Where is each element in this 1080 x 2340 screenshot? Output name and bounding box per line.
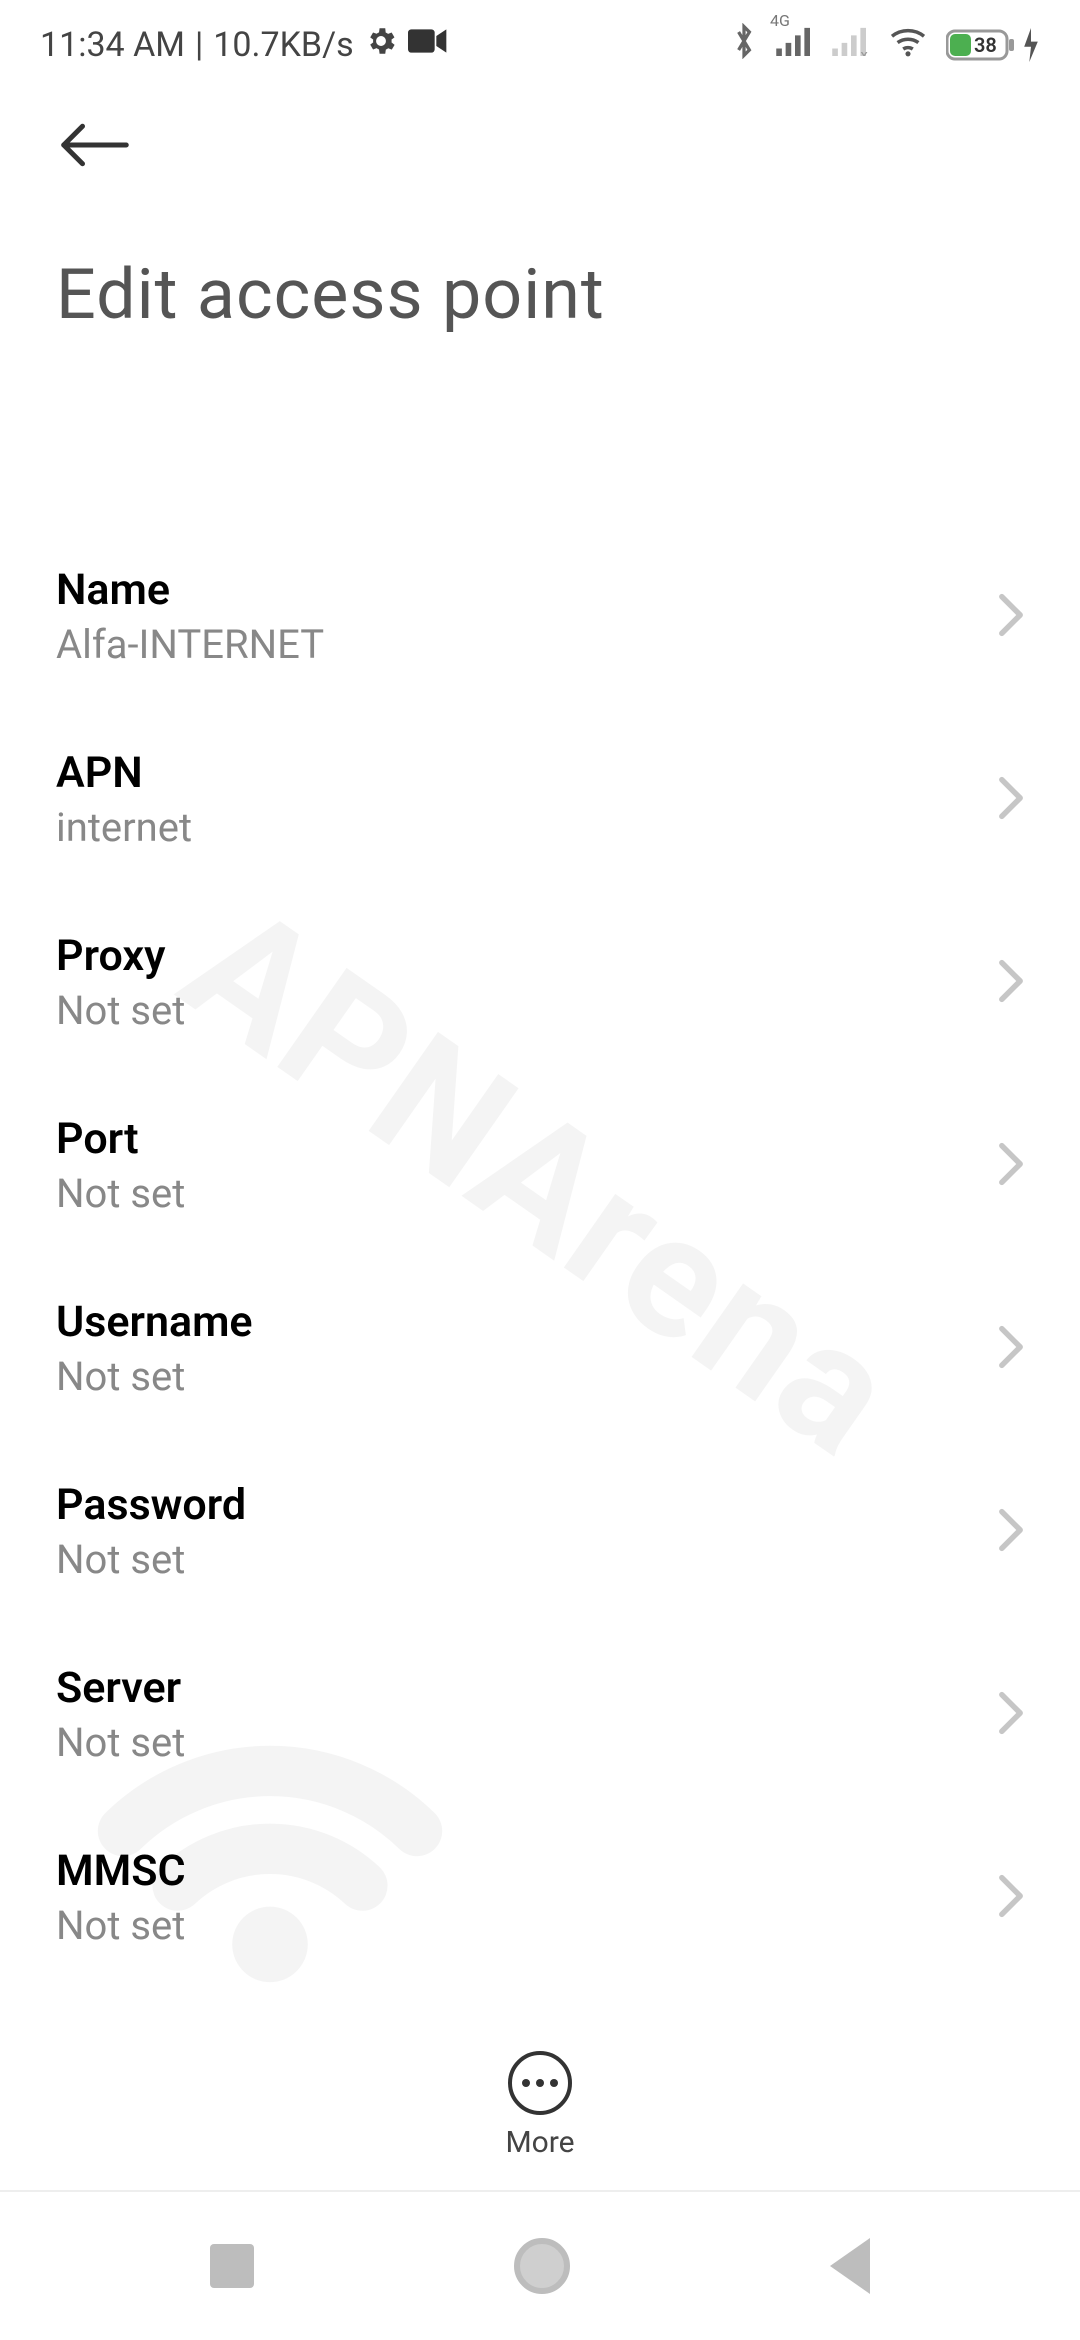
setting-username[interactable]: Username Not set	[0, 1257, 1080, 1440]
status-time: 11:34 AM	[40, 25, 185, 65]
chevron-right-icon	[998, 1325, 1024, 1373]
chevron-right-icon	[998, 593, 1024, 641]
bluetooth-icon	[730, 23, 758, 68]
setting-value: Not set	[56, 1902, 978, 1949]
camera-icon	[408, 25, 448, 65]
setting-label: Server	[56, 1663, 978, 1713]
more-dot-icon	[522, 2079, 530, 2087]
status-sep: |	[195, 25, 203, 65]
signal-4g-icon: 4G	[776, 25, 814, 65]
setting-value: Not set	[56, 1536, 978, 1583]
nav-home-button[interactable]	[514, 2238, 570, 2294]
setting-value: Not set	[56, 987, 978, 1034]
svg-text:x: x	[860, 46, 868, 56]
setting-value: Alfa-INTERNET	[56, 621, 978, 668]
setting-value: Not set	[56, 1719, 978, 1766]
setting-value: Not set	[56, 1353, 978, 1400]
chevron-right-icon	[998, 1142, 1024, 1190]
setting-label: APN	[56, 748, 978, 798]
setting-port[interactable]: Port Not set	[0, 1074, 1080, 1257]
chevron-right-icon	[998, 1691, 1024, 1739]
setting-server[interactable]: Server Not set	[0, 1623, 1080, 1806]
system-nav-bar	[0, 2190, 1080, 2340]
more-button[interactable]	[508, 2051, 572, 2115]
gear-icon	[364, 24, 398, 67]
battery-indicator: 38	[946, 28, 1040, 62]
signal-nosim-icon: x	[832, 25, 870, 65]
battery-pct-text: 38	[974, 33, 997, 57]
page-title: Edit access point	[0, 194, 1080, 376]
setting-label: Proxy	[56, 931, 978, 981]
charging-icon	[1022, 28, 1040, 62]
setting-label: MMSC	[56, 1846, 978, 1896]
more-dot-icon	[536, 2079, 544, 2087]
setting-proxy[interactable]: Proxy Not set	[0, 891, 1080, 1074]
chevron-right-icon	[998, 1508, 1024, 1556]
chevron-right-icon	[998, 776, 1024, 824]
setting-label: Port	[56, 1114, 978, 1164]
setting-name[interactable]: Name Alfa-INTERNET	[0, 525, 1080, 708]
wifi-icon	[888, 25, 928, 66]
setting-value: internet	[56, 804, 978, 851]
arrow-left-icon	[56, 120, 134, 170]
setting-mmsc[interactable]: MMSC Not set	[0, 1806, 1080, 1989]
more-dot-icon	[550, 2079, 558, 2087]
setting-value: Not set	[56, 1170, 978, 1217]
setting-label: Password	[56, 1480, 978, 1530]
chevron-right-icon	[998, 1874, 1024, 1922]
more-label: More	[505, 2125, 574, 2160]
status-network-rate: 10.7KB/s	[213, 25, 353, 65]
settings-list: Name Alfa-INTERNET APN internet Proxy No…	[0, 525, 1080, 2080]
setting-password[interactable]: Password Not set	[0, 1440, 1080, 1623]
status-bar: 11:34 AM | 10.7KB/s 4G x 38	[0, 0, 1080, 80]
nav-back-button[interactable]	[830, 2238, 870, 2294]
nav-recent-button[interactable]	[210, 2244, 254, 2288]
back-button[interactable]	[56, 120, 134, 174]
setting-label: Username	[56, 1297, 978, 1347]
chevron-right-icon	[998, 959, 1024, 1007]
setting-label: Name	[56, 565, 978, 615]
setting-apn[interactable]: APN internet	[0, 708, 1080, 891]
